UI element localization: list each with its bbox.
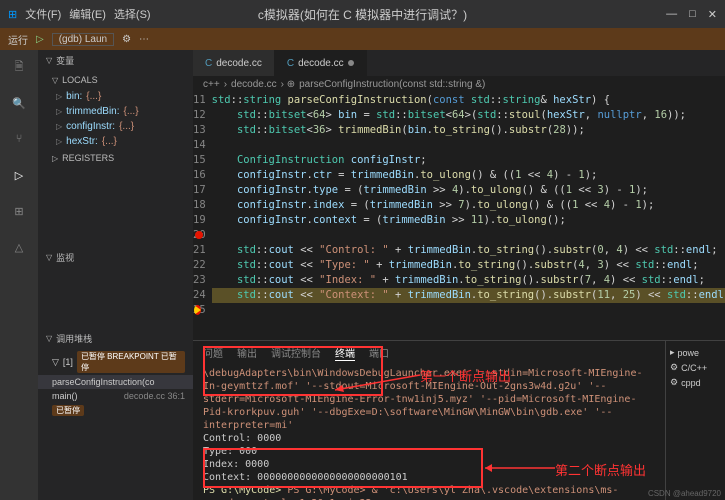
tab-debugconsole[interactable]: 调试控制台 <box>271 345 321 361</box>
main-layout: 🗎 🔍 ⑂ ▷ ⊞ △ ▽变量 ▽Locals ▷bin: {...} ▷tri… <box>0 50 725 500</box>
term-shell-powe[interactable]: ▸ powe <box>670 345 721 360</box>
watermark: CSDN @ahead9720 <box>648 489 721 498</box>
extensions-icon[interactable]: ⊞ <box>8 200 30 222</box>
callstack-frame-1[interactable]: main()decode.cc 36:1 <box>38 389 193 403</box>
callstack-frame-0[interactable]: parseConfigInstruction(co <box>38 375 193 389</box>
editor-tabs: Cdecode.cc Cdecode.cc <box>193 50 725 76</box>
term-shell-cpp[interactable]: ⚙ C/C++ <box>670 360 721 375</box>
window-controls: — □ ✕ <box>666 8 717 21</box>
callstack-thread[interactable]: ▽[1]已暂停 BREAKPOINT 已暂停 <box>38 349 193 375</box>
line-gutter[interactable]: 111213141516171819202122232425 <box>193 93 212 340</box>
title-bar: ⊞ 文件(F) 编辑(E) 选择(S) c模拟器(如何在 C 模拟器中进行调试？… <box>0 0 725 28</box>
scm-icon[interactable]: ⑂ <box>8 128 30 150</box>
tab-ports[interactable]: 端口 <box>369 345 389 361</box>
tab-output[interactable]: 输出 <box>237 345 257 361</box>
maximize-button[interactable]: □ <box>689 8 696 21</box>
files-icon[interactable]: 🗎 <box>8 56 30 78</box>
breadcrumb[interactable]: c++ › decode.cc › ⊕ parseConfigInstructi… <box>193 76 725 93</box>
run-label: 运行 <box>8 32 28 47</box>
menu-edit[interactable]: 编辑(E) <box>69 6 106 22</box>
terminal-panel: 问题 输出 调试控制台 终端 端口 \debugAdapters\bin\Win… <box>193 340 725 500</box>
callstack-paused: 已暂停 <box>38 403 193 418</box>
terminal-sidebar: ▸ powe ⚙ C/C++ ⚙ cppd <box>665 341 725 500</box>
code-editor[interactable]: 111213141516171819202122232425 std::stri… <box>193 93 725 340</box>
debug-config-select[interactable]: (gdb) Laun <box>52 33 114 46</box>
editor-area: Cdecode.cc Cdecode.cc c++ › decode.cc › … <box>193 50 725 500</box>
menu-file[interactable]: 文件(F) <box>25 6 61 22</box>
test-icon[interactable]: △ <box>8 236 30 258</box>
terminal-tabs: 问题 输出 调试控制台 终端 端口 <box>193 341 665 365</box>
window-title: c模拟器(如何在 C 模拟器中进行调试？) <box>258 6 467 23</box>
modified-dot-icon <box>348 60 354 66</box>
terminal-body[interactable]: \debugAdapters\bin\WindowsDebugLauncher.… <box>193 365 665 500</box>
watch-section-header[interactable]: ▽监视 <box>38 247 193 268</box>
var-trimmedbin[interactable]: ▷trimmedBin: {...} <box>38 104 193 119</box>
play-icon[interactable]: ▷ <box>36 34 44 45</box>
debug-toolbar: 运行 ▷ (gdb) Laun ⚙ ⋯ <box>0 28 725 50</box>
sidebar: ▽变量 ▽Locals ▷bin: {...} ▷trimmedBin: {..… <box>38 50 193 500</box>
search-icon[interactable]: 🔍 <box>8 92 30 114</box>
tab-problems[interactable]: 问题 <box>203 345 223 361</box>
var-configinstr[interactable]: ▷configInstr: {...} <box>38 119 193 134</box>
registers-header[interactable]: ▷Registers <box>38 149 193 167</box>
more-icon[interactable]: ⋯ <box>139 34 149 45</box>
var-hexstr[interactable]: ▷hexStr: {...} <box>38 134 193 149</box>
minimize-button[interactable]: — <box>666 8 677 21</box>
vscode-logo-icon: ⊞ <box>8 8 17 21</box>
activity-bar: 🗎 🔍 ⑂ ▷ ⊞ △ <box>0 50 38 500</box>
term-shell-cppd[interactable]: ⚙ cppd <box>670 375 721 390</box>
code-content[interactable]: std::string parseConfigInstruction(const… <box>212 93 725 340</box>
tab-terminal[interactable]: 终端 <box>335 345 355 361</box>
menu-select[interactable]: 选择(S) <box>114 6 151 22</box>
gear-icon[interactable]: ⚙ <box>122 34 131 45</box>
tab-decode-2[interactable]: Cdecode.cc <box>275 50 367 76</box>
debug-icon[interactable]: ▷ <box>8 164 30 186</box>
close-button[interactable]: ✕ <box>708 8 717 21</box>
locals-header[interactable]: ▽Locals <box>38 71 193 89</box>
callstack-section-header[interactable]: ▽调用堆栈 <box>38 328 193 349</box>
tab-decode-1[interactable]: Cdecode.cc <box>193 50 275 76</box>
var-bin[interactable]: ▷bin: {...} <box>38 89 193 104</box>
vars-section-header[interactable]: ▽变量 <box>38 50 193 71</box>
